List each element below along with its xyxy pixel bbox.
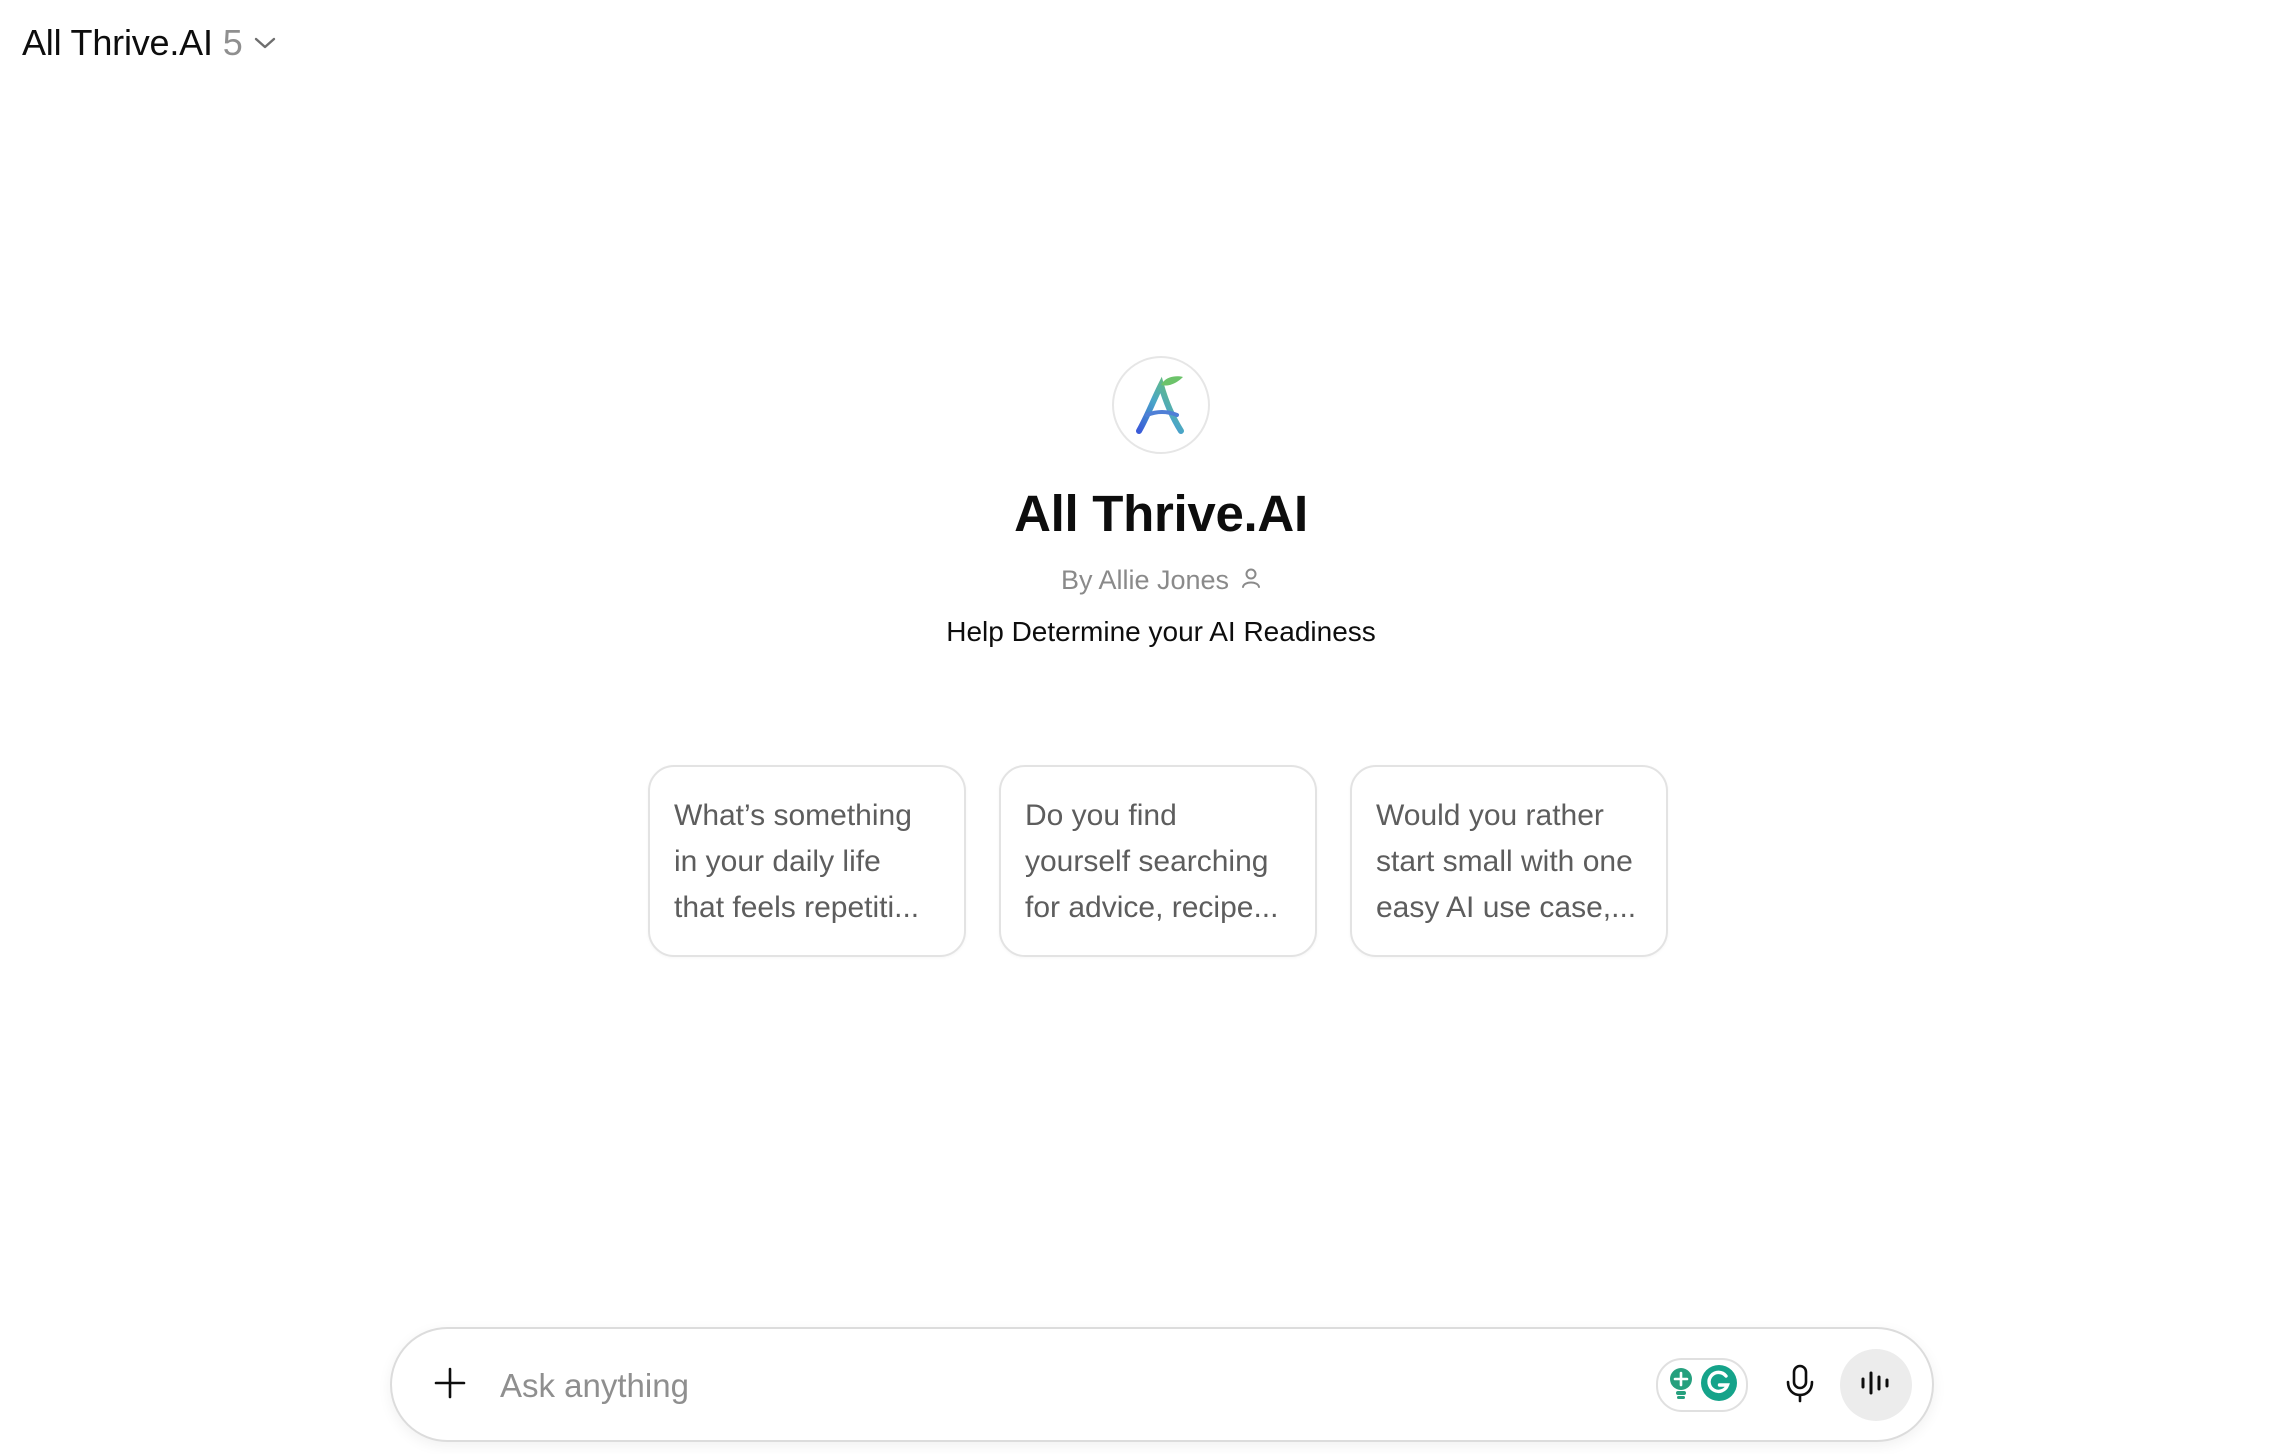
suggestion-card[interactable]: Would you rather start small with one ea…	[1350, 765, 1668, 957]
suggestion-text: yourself searching	[1025, 845, 1269, 878]
suggestion-text: Do you find	[1025, 799, 1177, 832]
suggestion-text: for advice, recipe...	[1025, 891, 1279, 924]
suggestion-card[interactable]: What’s something in your daily life that…	[648, 765, 966, 957]
gpt-title: All Thrive.AI	[1014, 485, 1308, 542]
all-thrive-logo-icon	[1112, 356, 1210, 454]
voice-mode-button[interactable]	[1840, 1349, 1912, 1421]
gpt-intro: All Thrive.AI By Allie Jones Help Determ…	[0, 356, 2282, 648]
suggestion-text: easy AI use case,...	[1376, 891, 1637, 924]
dictate-button[interactable]	[1774, 1359, 1826, 1411]
person-icon	[1241, 565, 1261, 596]
plus-icon	[433, 1366, 467, 1405]
suggestion-text: that feels repetiti...	[674, 891, 920, 924]
grammarly-icon	[1700, 1364, 1738, 1407]
suggestion-text: in your daily life	[674, 845, 881, 878]
message-composer	[390, 1327, 1934, 1442]
author-name: By Allie Jones	[1060, 565, 1230, 595]
suggestion-card[interactable]: Do you find yourself searching for advic…	[999, 765, 1317, 957]
voice-mode-icon	[1859, 1368, 1893, 1403]
chat-page: All Thrive.AI 5 All Thrive.AI By Allie J…	[0, 0, 2282, 1454]
suggestion-cards: What’s something in your daily life that…	[648, 765, 1668, 957]
suggestion-text: What’s something	[674, 799, 912, 832]
suggestion-text: Would you rather	[1376, 799, 1604, 832]
chevron-down-icon	[253, 35, 277, 51]
suggestion-text: start small with one	[1376, 845, 1633, 878]
model-switcher[interactable]: All Thrive.AI 5	[22, 18, 277, 68]
extension-badge[interactable]	[1656, 1358, 1748, 1412]
microphone-icon	[1785, 1363, 1815, 1408]
attach-button[interactable]	[430, 1365, 470, 1405]
message-input[interactable]	[498, 1357, 1362, 1415]
gpt-description: Help Determine your AI Readiness	[946, 616, 1376, 647]
lightbulb-extension-icon	[1666, 1366, 1696, 1405]
model-version: 5	[222, 22, 243, 63]
gpt-author[interactable]: By Allie Jones	[1061, 565, 1261, 596]
model-name: All Thrive.AI	[22, 22, 213, 63]
